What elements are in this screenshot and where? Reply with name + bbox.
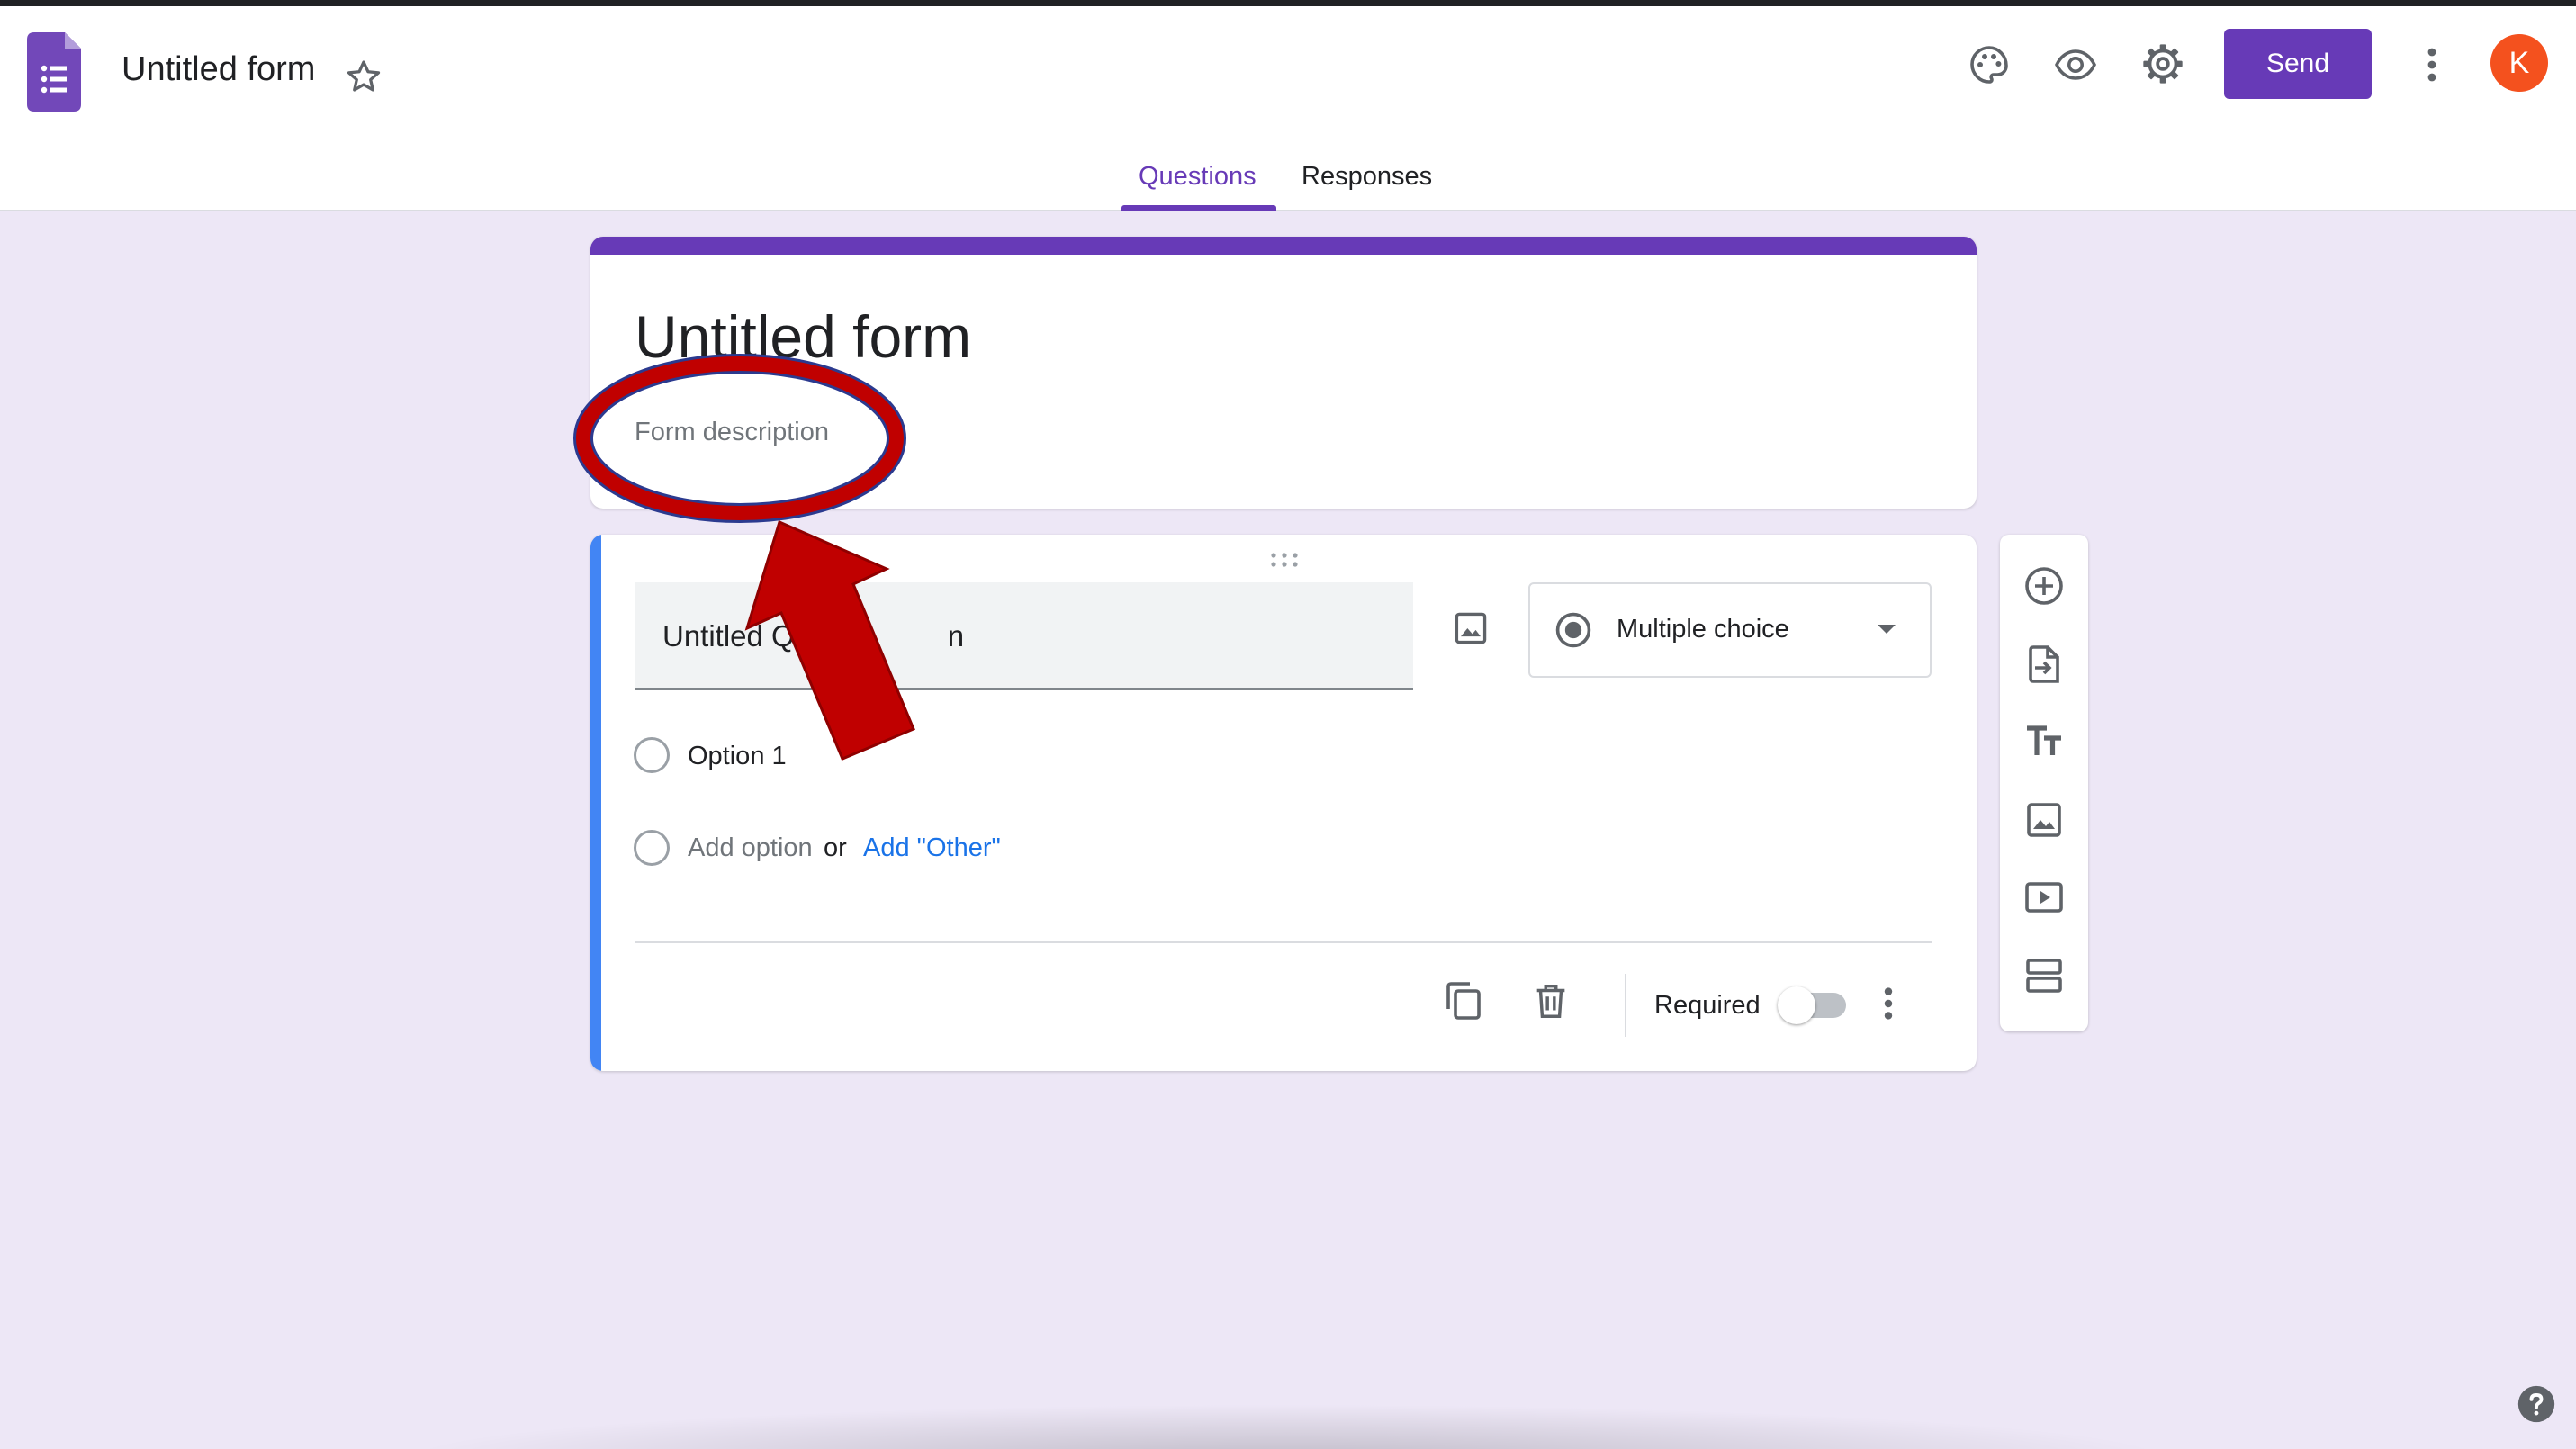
annotation-arrow [0, 0, 2576, 1449]
page-footer-shadow [396, 1404, 2178, 1449]
help-icon[interactable] [2517, 1384, 2556, 1424]
